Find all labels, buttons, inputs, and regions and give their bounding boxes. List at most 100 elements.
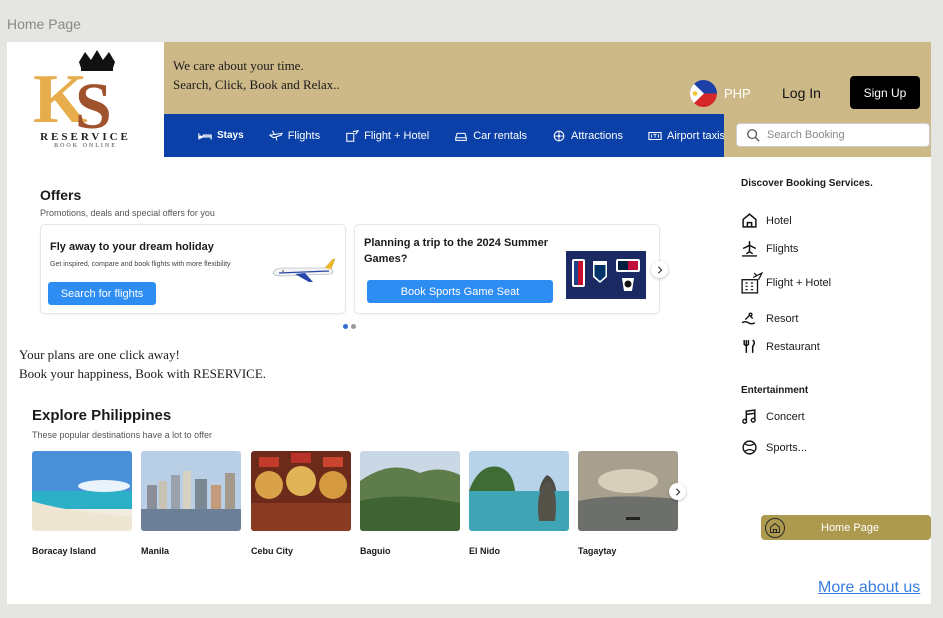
nav-flights[interactable]: Flights [268,129,321,143]
offer-card-title: Planning a trip to the 2024 Summer Games… [364,237,548,265]
destination-photo-cebu [251,451,351,531]
nav-airport-taxis-label: Airport taxis [666,129,726,142]
svg-text:S: S [75,70,112,130]
offer-card-sports: Planning a trip to the 2024 Summer Games… [354,224,660,314]
nav-flight-hotel[interactable]: Flight + Hotel [345,129,429,143]
frame-label: Home Page [7,16,81,32]
logo[interactable]: K S RESERVICE BOOK ONLINE [7,42,164,157]
search-flights-button[interactable]: Search for flights [48,282,156,305]
entertainment-heading: Entertainment [741,385,809,396]
destination-name: El Nido [469,546,500,556]
login-link[interactable]: Log In [782,85,821,101]
destination-photo-tagaytay [578,451,678,531]
currency-selector[interactable]: PHP [724,86,751,101]
flight-hotel-icon [741,272,763,294]
bed-icon [198,132,212,139]
tagline-line-1: We care about your time. [173,58,304,73]
airplane-image [272,258,336,282]
destination-name: Boracay Island [32,546,97,556]
destination-photo-manila [141,451,241,531]
destination-card[interactable]: El Nido [469,451,569,556]
nav-attractions-label: Attractions [571,129,623,142]
sidebar-item-label: Flight + Hotel [766,277,832,289]
sidebar-item-resort[interactable]: Resort [741,310,798,327]
nav-airport-taxis[interactable]: Airport taxis [648,129,725,143]
search-box[interactable] [736,123,930,147]
destination-card[interactable]: Baguio [360,451,460,556]
sidebar-item-label: Sports... [766,441,807,454]
sidebar-item-label: Flights [766,242,799,255]
restaurant-icon [743,339,756,353]
flight-hotel-icon [346,129,360,142]
search-input[interactable] [767,129,917,141]
destination-name: Tagaytay [578,546,617,556]
plans-line-1: Your plans are one click away! [19,347,180,362]
nav-stays-label: Stays [217,130,244,141]
taxi-icon [648,131,662,140]
sidebar-item-flights[interactable]: Flights [741,240,798,257]
home-icon [765,517,785,538]
sidebar-item-label: Resort [766,312,799,325]
destination-card[interactable]: Boracay Island [32,451,132,556]
sports-leagues-logos-image [566,251,646,299]
destination-photo-el-nido [469,451,569,531]
sidebar-item-label: Hotel [766,214,792,227]
sidebar-item-hotel[interactable]: Hotel [741,212,792,229]
sidebar-item-label: Concert [766,410,805,423]
music-note-icon [742,409,756,424]
sidebar-item-restaurant[interactable]: Restaurant [741,338,820,355]
plans-text: Your plans are one click away! Book your… [19,345,266,383]
destination-name: Baguio [360,546,391,556]
nav-flight-hotel-label: Flight + Hotel [364,129,430,142]
sidebar-item-sports[interactable]: Sports... [741,439,807,456]
destination-name: Cebu City [251,546,294,556]
nav-car-rentals[interactable]: Car rentals [454,129,527,143]
explore-subtitle: These popular destinations have a lot to… [32,430,212,440]
home-page: K S RESERVICE BOOK ONLINE We care about … [7,42,931,604]
offers-next-arrow[interactable] [651,261,668,278]
destination-photo-boracay [32,451,132,531]
offers-subtitle: Promotions, deals and special offers for… [40,208,215,218]
logo-brand-name: RESERVICE [40,131,131,143]
pagination-dot[interactable] [351,324,356,329]
sidebar-heading: Discover Booking Services. [741,178,873,189]
offers-title: Offers [40,187,82,203]
car-icon [455,132,467,141]
chevron-right-icon [657,265,662,274]
destination-card[interactable]: Tagaytay [578,451,678,556]
offer-card-desc: Get inspired, compare and book flights w… [50,261,231,268]
ball-icon [742,440,757,455]
nav-flights-label: Flights [287,129,321,142]
header-band: We care about your time. Search, Click, … [164,42,931,114]
pagination-dot-active[interactable] [343,324,348,329]
signup-button[interactable]: Sign Up [850,76,920,109]
explore-title: Explore Philippines [32,407,172,424]
tagline-line-2: Search, Click, Book and Relax.. [173,77,340,92]
offers-pagination [343,324,356,329]
home-page-button[interactable]: Home Page [761,515,931,540]
explore-next-arrow[interactable] [669,483,686,500]
plane-icon [268,130,283,141]
home-icon [742,213,757,228]
offer-card-title: Fly away to your dream holiday [50,241,214,253]
search-icon [747,129,760,142]
nav-stays[interactable]: Stays [198,129,244,143]
more-about-us-link[interactable]: More about us [818,579,920,597]
logo-brand-sub: BOOK ONLINE [54,143,117,149]
destination-photo-baguio [360,451,460,531]
book-sports-seat-button[interactable]: Book Sports Game Seat [367,280,553,303]
tagline: We care about your time. Search, Click, … [173,56,340,94]
search-band [724,114,931,157]
chevron-right-icon [675,487,680,496]
philippines-flag-icon[interactable] [690,80,717,107]
nav-attractions[interactable]: Attractions [552,129,623,143]
attractions-icon [553,130,565,141]
swimming-icon [741,312,756,325]
sidebar-item-concert[interactable]: Concert [741,408,805,425]
destination-card[interactable]: Cebu City [251,451,351,556]
nav-car-rentals-label: Car rentals [473,129,528,142]
destination-name: Manila [141,546,170,556]
offer-card-flights: Fly away to your dream holiday Get inspi… [40,224,346,314]
sidebar-item-flight-hotel[interactable]: Flight + Hotel [741,272,831,294]
destination-card[interactable]: Manila [141,451,241,556]
